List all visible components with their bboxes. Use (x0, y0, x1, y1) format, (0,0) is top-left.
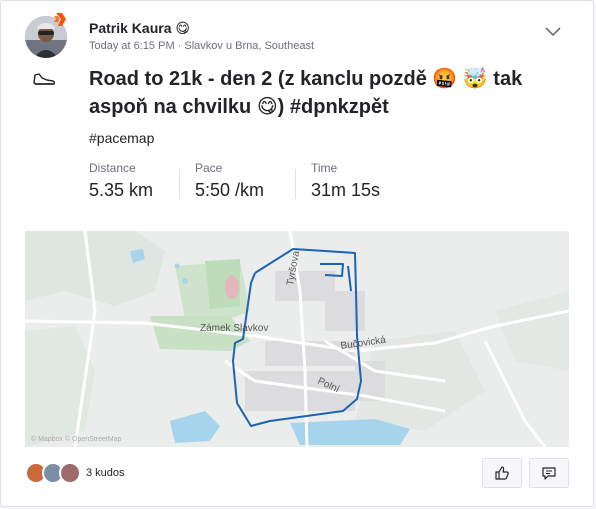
stat-distance-label: Distance (89, 161, 136, 175)
run-shoe-icon (33, 73, 56, 85)
activity-title[interactable]: Road to 21k - den 2 (z kanclu pozdě 🤬 🤯 … (89, 65, 529, 121)
comment-button[interactable] (529, 458, 569, 488)
kudos-avatars[interactable] (25, 462, 81, 484)
stat-time: Time 31m 15s (311, 161, 380, 201)
route-map[interactable]: Zámek Slavkov Tyršova Bučovická Polní © … (25, 231, 569, 447)
give-kudos-button[interactable] (482, 458, 522, 488)
chevron-down-icon[interactable] (544, 25, 562, 39)
activity-description: #pacemap (89, 130, 155, 146)
stat-pace-label: Pace (195, 161, 223, 175)
map-label-castle: Zámek Slavkov (200, 323, 268, 334)
stat-distance: Distance 5.35 km (89, 161, 153, 201)
stat-time-label: Time (311, 161, 338, 175)
stat-divider (179, 169, 180, 199)
stat-pace: Pace 5:50 /km (195, 161, 264, 201)
athlete-name[interactable]: Patrik Kaura 😋 (89, 20, 190, 37)
subscriber-badge-icon (54, 13, 66, 26)
map-copyright: © Mapbox © OpenStreetMap (31, 435, 122, 443)
stat-distance-value: 5.35 km (89, 180, 154, 200)
activity-timestamp: Today at 6:15 PM · Slavkov u Brna, South… (89, 40, 315, 52)
thumbs-up-icon (495, 466, 509, 480)
stat-time-value: 31m 15s (311, 180, 381, 200)
kudos-count[interactable]: 3 kudos (86, 467, 125, 479)
comment-icon (542, 467, 556, 480)
stat-pace-value: 5:50 /km (195, 180, 265, 200)
stat-divider (295, 169, 296, 199)
activity-card: Patrik Kaura 😋 Today at 6:15 PM · Slavko… (0, 0, 594, 507)
